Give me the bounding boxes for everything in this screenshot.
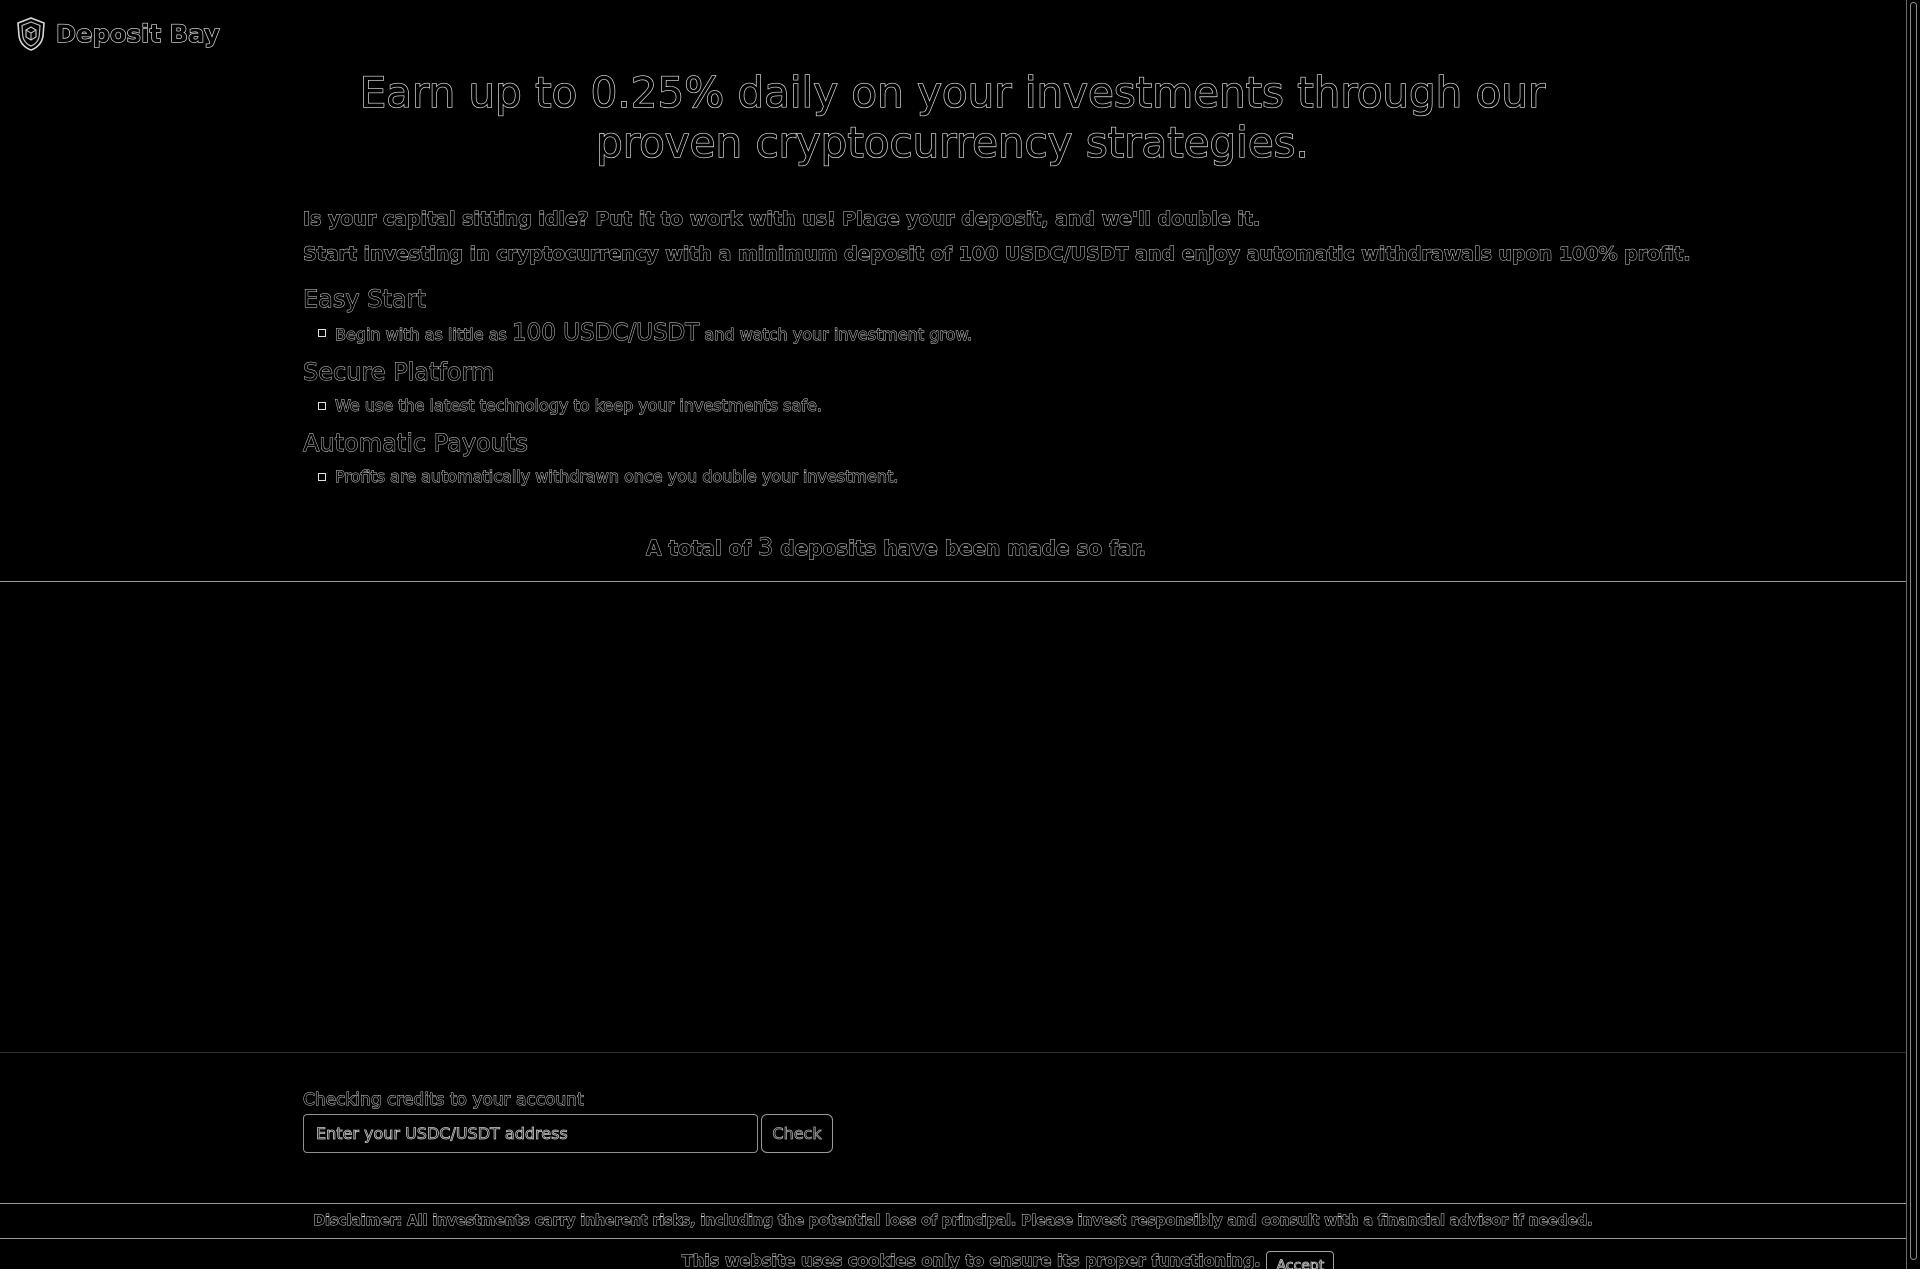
deposit-count-value: 3	[758, 533, 774, 562]
feature-title-easy-start: Easy Start	[303, 285, 427, 314]
brand-name[interactable]: Deposit Bay	[55, 19, 220, 48]
deposit-counter-suffix: deposits have been made so far.	[773, 536, 1147, 561]
min-deposit-amount: 100 USDC/USDT	[511, 320, 700, 347]
disclaimer-text: Disclaimer: All investments carry inhere…	[313, 1213, 1593, 1230]
section-divider	[0, 581, 1906, 582]
feature-item: Profits are automatically withdrawn once…	[318, 464, 1603, 490]
section-divider	[0, 1052, 1906, 1053]
feature-list-secure-platform: We use the latest technology to keep you…	[303, 393, 1603, 419]
deposit-counter-prefix: A total of	[646, 536, 759, 561]
page-scrollbar[interactable]	[1906, 0, 1920, 1269]
cookie-text: This website uses cookies only to ensure…	[682, 1251, 1261, 1269]
cookie-banner: This website uses cookies only to ensure…	[0, 1249, 1906, 1269]
feature-list-easy-start: Begin with as little as 100 USDC/USDT an…	[303, 320, 1603, 348]
scrollbar-thumb[interactable]	[1910, 2, 1917, 1260]
disclaimer-bar: Disclaimer: All investments carry inhere…	[0, 1203, 1906, 1239]
shield-logo-icon[interactable]	[16, 17, 46, 51]
address-input[interactable]	[303, 1114, 758, 1153]
check-credits-row: Check	[303, 1114, 1003, 1153]
feature-text-after: and watch your investment grow.	[699, 325, 973, 345]
check-button[interactable]: Check	[761, 1114, 833, 1153]
feature-title-automatic-payouts: Automatic Payouts	[303, 429, 529, 458]
feature-list-automatic-payouts: Profits are automatically withdrawn once…	[303, 464, 1603, 490]
feature-item: Begin with as little as 100 USDC/USDT an…	[318, 320, 1603, 348]
check-credits-label: Checking credits to your account	[303, 1090, 585, 1111]
feature-item: We use the latest technology to keep you…	[318, 393, 1603, 419]
accept-cookies-button[interactable]: Accept	[1266, 1251, 1335, 1269]
cookie-banner-content: This website uses cookies only to ensure…	[682, 1251, 1335, 1269]
intro-line-2: Start investing in cryptocurrency with a…	[303, 243, 1691, 266]
feature-text-before: Begin with as little as	[335, 325, 512, 345]
hero-title: Earn up to 0.25% daily on your investmen…	[359, 67, 1546, 167]
deposit-counter: A total of 3 deposits have been made so …	[0, 530, 1792, 565]
intro-line-1: Is your capital sitting idle? Put it to …	[303, 208, 1261, 231]
main-content: Is your capital sitting idle? Put it to …	[303, 202, 1691, 490]
check-credits-form: Checking credits to your account Check	[303, 1088, 1003, 1153]
site-header: Deposit Bay	[16, 16, 220, 52]
feature-title-secure-platform: Secure Platform	[303, 358, 495, 387]
